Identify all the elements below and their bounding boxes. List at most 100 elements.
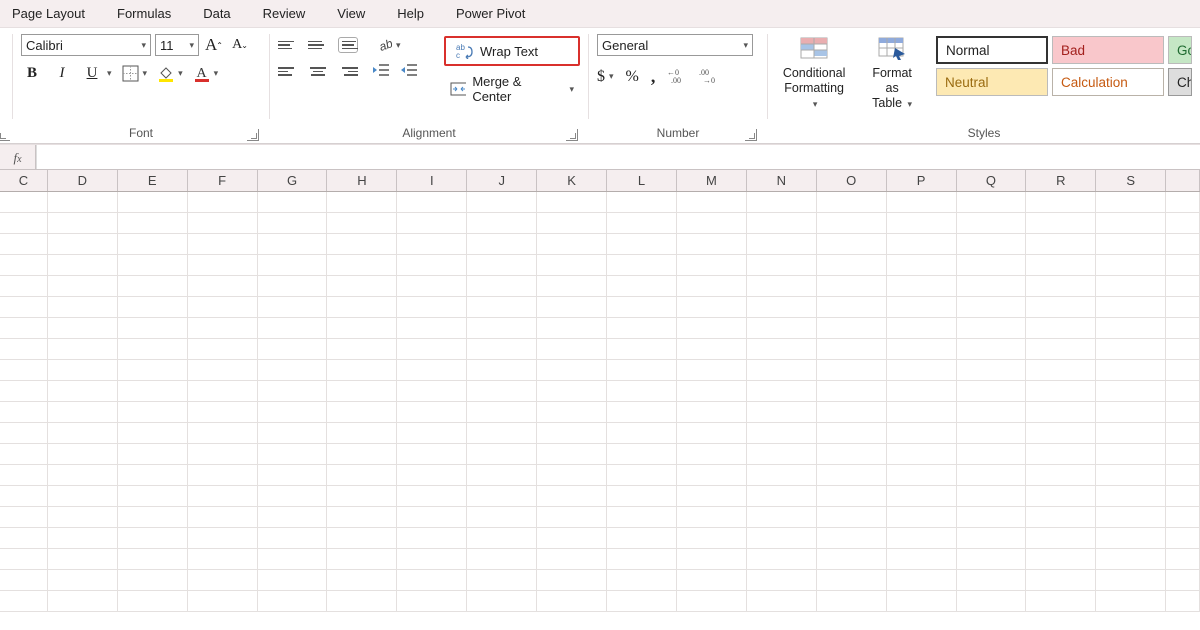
cell[interactable]: [258, 549, 328, 570]
cell[interactable]: [677, 360, 747, 381]
cell[interactable]: [607, 549, 677, 570]
wrap-text-button[interactable]: abc Wrap Text: [444, 36, 580, 66]
cell[interactable]: [1096, 465, 1166, 486]
cell[interactable]: [537, 549, 607, 570]
style-check-cell[interactable]: Ch: [1168, 68, 1192, 96]
cell[interactable]: [118, 213, 188, 234]
cell[interactable]: [677, 402, 747, 423]
increase-indent-button[interactable]: [400, 62, 418, 81]
cell[interactable]: [957, 318, 1027, 339]
cell[interactable]: [537, 402, 607, 423]
cell[interactable]: [957, 507, 1027, 528]
cell[interactable]: [817, 318, 887, 339]
formula-input[interactable]: [36, 145, 1200, 169]
cell[interactable]: [1166, 465, 1200, 486]
col-header-N[interactable]: N: [747, 170, 817, 191]
cell[interactable]: [817, 507, 887, 528]
cell[interactable]: [1166, 192, 1200, 213]
cell[interactable]: [1166, 591, 1200, 612]
font-name-combo[interactable]: Calibri ▾: [21, 34, 151, 56]
cell[interactable]: [0, 465, 48, 486]
cell[interactable]: [397, 591, 467, 612]
cell[interactable]: [1096, 507, 1166, 528]
col-header-J[interactable]: J: [467, 170, 537, 191]
cell[interactable]: [327, 318, 397, 339]
cell[interactable]: [118, 423, 188, 444]
cell[interactable]: [747, 444, 817, 465]
cell[interactable]: [467, 444, 537, 465]
cell[interactable]: [0, 402, 48, 423]
cell[interactable]: [258, 528, 328, 549]
cell[interactable]: [327, 381, 397, 402]
cell[interactable]: [48, 255, 118, 276]
cell[interactable]: [467, 192, 537, 213]
cell[interactable]: [1096, 192, 1166, 213]
cell[interactable]: [887, 234, 957, 255]
cell[interactable]: [817, 234, 887, 255]
cell[interactable]: [327, 213, 397, 234]
borders-button[interactable]: ▾: [122, 65, 148, 82]
cell[interactable]: [188, 507, 258, 528]
cell[interactable]: [48, 213, 118, 234]
cell[interactable]: [677, 192, 747, 213]
cell[interactable]: [1026, 360, 1096, 381]
cell[interactable]: [817, 339, 887, 360]
bold-button[interactable]: B: [21, 62, 43, 84]
col-header-Q[interactable]: Q: [957, 170, 1027, 191]
cell[interactable]: [118, 234, 188, 255]
cell[interactable]: [397, 507, 467, 528]
cell[interactable]: [607, 570, 677, 591]
cell[interactable]: [1026, 255, 1096, 276]
cell[interactable]: [957, 402, 1027, 423]
cell[interactable]: [677, 234, 747, 255]
cell[interactable]: [677, 213, 747, 234]
cell[interactable]: [677, 507, 747, 528]
cell[interactable]: [0, 528, 48, 549]
cell[interactable]: [258, 423, 328, 444]
cell[interactable]: [327, 507, 397, 528]
cell[interactable]: [887, 570, 957, 591]
cell[interactable]: [1096, 213, 1166, 234]
cell[interactable]: [327, 444, 397, 465]
cell[interactable]: [1096, 486, 1166, 507]
cell[interactable]: [1026, 276, 1096, 297]
cell[interactable]: [258, 339, 328, 360]
dialog-launcher-icon[interactable]: [566, 129, 578, 141]
cell[interactable]: [327, 549, 397, 570]
cell[interactable]: [607, 360, 677, 381]
cell[interactable]: [817, 528, 887, 549]
cell[interactable]: [467, 381, 537, 402]
cell[interactable]: [1026, 423, 1096, 444]
cell[interactable]: [467, 549, 537, 570]
col-header-H[interactable]: H: [327, 170, 397, 191]
cell[interactable]: [887, 255, 957, 276]
cell[interactable]: [48, 276, 118, 297]
cell[interactable]: [1166, 234, 1200, 255]
tab-review[interactable]: Review: [257, 2, 312, 25]
cell[interactable]: [607, 444, 677, 465]
cell[interactable]: [957, 549, 1027, 570]
cell[interactable]: [397, 549, 467, 570]
comma-style-button[interactable]: ,: [651, 66, 656, 87]
cell[interactable]: [48, 591, 118, 612]
cell[interactable]: [118, 486, 188, 507]
cell[interactable]: [607, 591, 677, 612]
cell[interactable]: [467, 423, 537, 444]
orientation-button[interactable]: ab ▾: [374, 36, 401, 54]
col-header-K[interactable]: K: [537, 170, 607, 191]
cell[interactable]: [467, 318, 537, 339]
cell[interactable]: [957, 360, 1027, 381]
cell[interactable]: [537, 591, 607, 612]
cell[interactable]: [747, 192, 817, 213]
cell[interactable]: [957, 297, 1027, 318]
cell[interactable]: [188, 192, 258, 213]
cell[interactable]: [1166, 381, 1200, 402]
cell[interactable]: [677, 423, 747, 444]
cell[interactable]: [1096, 297, 1166, 318]
cell[interactable]: [258, 486, 328, 507]
cell[interactable]: [258, 213, 328, 234]
cell[interactable]: [537, 381, 607, 402]
cell[interactable]: [1166, 339, 1200, 360]
cell[interactable]: [677, 570, 747, 591]
cell[interactable]: [1096, 234, 1166, 255]
